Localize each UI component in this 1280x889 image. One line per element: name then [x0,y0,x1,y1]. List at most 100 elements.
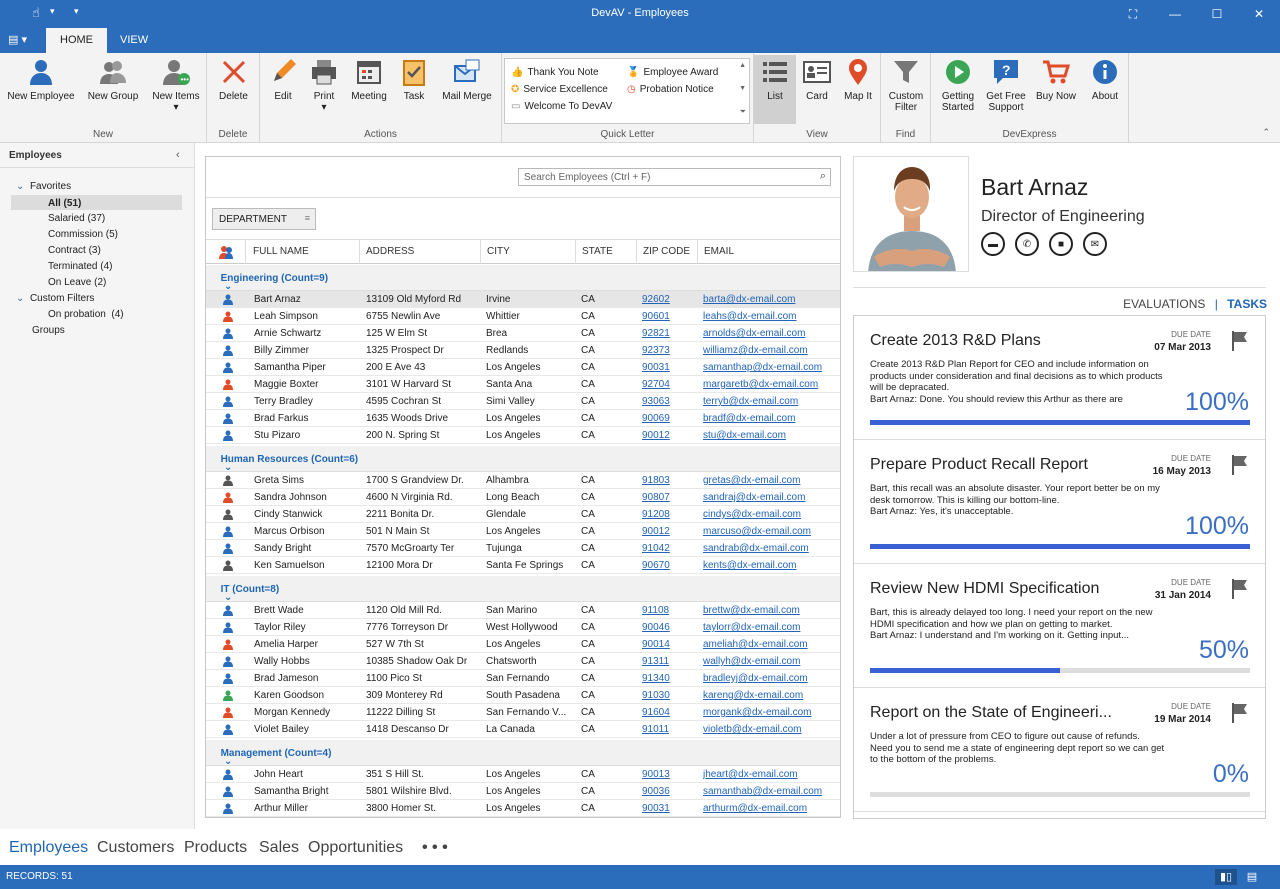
column-header-email[interactable]: EMAIL [698,240,840,264]
table-row[interactable]: Brad Jameson 1100 Pico St San Fernando CA 91… [206,670,840,687]
column-header-state[interactable]: STATE [576,240,637,264]
cell-email[interactable]: arthurm@dx-email.com [703,803,838,814]
cell-email[interactable]: cindys@dx-email.com [703,509,838,520]
cell-zip-code[interactable]: 93063 [642,396,692,407]
cell-email[interactable]: leahs@dx-email.com [703,311,838,322]
cell-email[interactable]: marcuso@dx-email.com [703,526,838,537]
nav-sales[interactable]: Sales [259,839,299,857]
tab-tasks[interactable]: TASKS [1227,297,1267,311]
nav-products[interactable]: Products [184,839,247,857]
flag-icon[interactable] [1231,454,1249,476]
cell-zip-code[interactable]: 90807 [642,492,692,503]
column-header-city[interactable]: CITY [481,240,576,264]
tab-view[interactable]: VIEW [106,28,162,53]
group-row[interactable]: ⌄ IT (Count=8) [206,576,840,603]
normal-view-icon[interactable]: ▮▯ [1215,869,1237,885]
cell-zip-code[interactable]: 90014 [642,639,692,650]
cell-email[interactable]: morgank@dx-email.com [703,707,838,718]
phone-icon[interactable]: ✆ [1015,232,1039,256]
table-row[interactable]: Samantha Bright 5801 Wilshire Blvd. Los An… [206,783,840,800]
tab-home[interactable]: HOME [46,28,107,53]
cell-email[interactable]: ameliah@dx-email.com [703,639,838,650]
close-icon[interactable]: ✕ [1238,0,1280,28]
table-row[interactable]: Leah Simpson 6755 Newlin Ave Whittier CA 906… [206,308,840,325]
cell-email[interactable]: sandrab@dx-email.com [703,543,838,554]
cell-email[interactable]: stu@dx-email.com [703,430,838,441]
cell-zip-code[interactable]: 92821 [642,328,692,339]
column-header-full-name[interactable]: FULL NAME [247,240,360,264]
edit-button[interactable]: Edit [264,57,302,102]
cell-email[interactable]: taylorr@dx-email.com [703,622,838,633]
table-row[interactable]: Billy Zimmer 1325 Prospect Dr Redlands CA 92… [206,342,840,359]
table-row[interactable]: Marcus Orbison 501 N Main St Los Angeles CA… [206,523,840,540]
quick-letter-welcome[interactable]: ▭ Welcome To DevAV [511,101,612,112]
group-row[interactable]: ⌄ Engineering (Count=9) [206,265,840,292]
cell-zip-code[interactable]: 90013 [642,769,692,780]
mail-merge-button[interactable]: Mail Merge [436,57,498,102]
cell-zip-code[interactable]: 92373 [642,345,692,356]
nav-more-button[interactable]: • • • [422,839,448,857]
print-button[interactable]: Print ▾ [306,57,342,113]
cell-zip-code[interactable]: 90012 [642,430,692,441]
task-card[interactable]: Review New HDMI Specification DUE DATE 31 … [854,564,1265,688]
nav-customers[interactable]: Customers [97,839,174,857]
cell-email[interactable]: wallyh@dx-email.com [703,656,838,667]
meeting-button[interactable]: Meeting [346,57,392,102]
table-row[interactable]: Karen Goodson 309 Monterey Rd South Pasade… [206,687,840,704]
table-row[interactable]: Stu Pizaro 200 N. Spring St Los Angeles CA 9… [206,427,840,444]
cell-zip-code[interactable]: 91042 [642,543,692,554]
quick-letter-employee-award[interactable]: 🏅 Employee Award [627,67,718,78]
table-row[interactable]: Wally Hobbs 10385 Shadow Oak Dr Chatsworth… [206,653,840,670]
new-group-button[interactable]: New Group [82,57,144,102]
cell-email[interactable]: williamz@dx-email.com [703,345,838,356]
cell-zip-code[interactable]: 91311 [642,656,692,667]
map-it-button[interactable]: Map It [838,57,878,102]
cell-email[interactable]: terryb@dx-email.com [703,396,838,407]
card-view-button[interactable]: Card [798,57,836,102]
table-row[interactable]: Morgan Kennedy 11222 Dilling St San Fernan… [206,704,840,721]
cell-email[interactable]: samanthap@dx-email.com [703,362,838,373]
cell-zip-code[interactable]: 90031 [642,803,692,814]
group-by-department-chip[interactable]: DEPARTMENT ≡ [212,208,316,230]
cell-email[interactable]: violetb@dx-email.com [703,724,838,735]
table-row[interactable]: Violet Bailey 1418 Descanso Dr La Canada CA… [206,721,840,738]
table-row[interactable]: Brett Wade 1120 Old Mill Rd. San Marino CA 9… [206,602,840,619]
table-row[interactable]: John Heart 351 S Hill St. Los Angeles CA 900… [206,766,840,783]
quick-letter-service-excellence[interactable]: ✪ Service Excellence [511,84,608,95]
table-row[interactable]: Sandra Johnson 4600 N Virginia Rd. Long Be… [206,489,840,506]
cell-email[interactable]: barta@dx-email.com [703,294,838,305]
tab-evaluations[interactable]: EVALUATIONS [1123,297,1205,311]
task-card[interactable]: Report on the State of Engineeri... DUE D… [854,688,1265,812]
table-row[interactable]: Amelia Harper 527 W 7th St Los Angeles CA 90… [206,636,840,653]
quick-letter-probation-notice[interactable]: ◷ Probation Notice [627,84,714,95]
cell-email[interactable]: jheart@dx-email.com [703,769,838,780]
cell-email[interactable]: gretas@dx-email.com [703,475,838,486]
cell-email[interactable]: bradleyj@dx-email.com [703,673,838,684]
fullscreen-icon[interactable]: ⛶ [1112,0,1154,28]
tree-item-salaried[interactable]: Salaried (37) [48,213,105,224]
table-row[interactable]: Ken Samuelson 12100 Mora Dr Santa Fe Sprin… [206,557,840,574]
getting-started-button[interactable]: Getting Started [935,57,981,113]
cell-email[interactable]: bradf@dx-email.com [703,413,838,424]
new-items-button[interactable]: ••• New Items ▾ [148,57,204,113]
table-row[interactable]: Greta Sims 1700 S Grandview Dr. Alhambra CA… [206,472,840,489]
tree-item-on-leave[interactable]: On Leave (2) [48,277,106,288]
tree-item-on-probation[interactable]: On probation (4) [48,309,124,320]
table-row[interactable]: Bart Arnaz 13109 Old Myford Rd Irvine CA 926… [206,291,840,308]
cell-zip-code[interactable]: 90670 [642,560,692,571]
tree-item-terminated[interactable]: Terminated (4) [48,261,112,272]
flag-icon[interactable] [1231,702,1249,724]
cell-zip-code[interactable]: 90012 [642,526,692,537]
tree-item-commission[interactable]: Commission (5) [48,229,118,240]
cell-zip-code[interactable]: 90031 [642,362,692,373]
cell-zip-code[interactable]: 92602 [642,294,692,305]
reading-view-icon[interactable]: ▤ [1241,869,1263,885]
table-row[interactable]: Taylor Riley 7776 Torreyson Dr West Hollyw… [206,619,840,636]
cell-zip-code[interactable]: 92704 [642,379,692,390]
flag-icon[interactable] [1231,330,1249,352]
tree-item-all[interactable]: All (51) [11,195,182,210]
table-row[interactable]: Sandy Bright 7570 McGroarty Ter Tujunga CA 9… [206,540,840,557]
column-header-zip-code[interactable]: ZIP CODE [637,240,698,264]
gallery-scroll-up-icon[interactable]: ▲ [739,62,746,69]
table-row[interactable]: Arnie Schwartz 125 W Elm St Brea CA 92821 arn… [206,325,840,342]
